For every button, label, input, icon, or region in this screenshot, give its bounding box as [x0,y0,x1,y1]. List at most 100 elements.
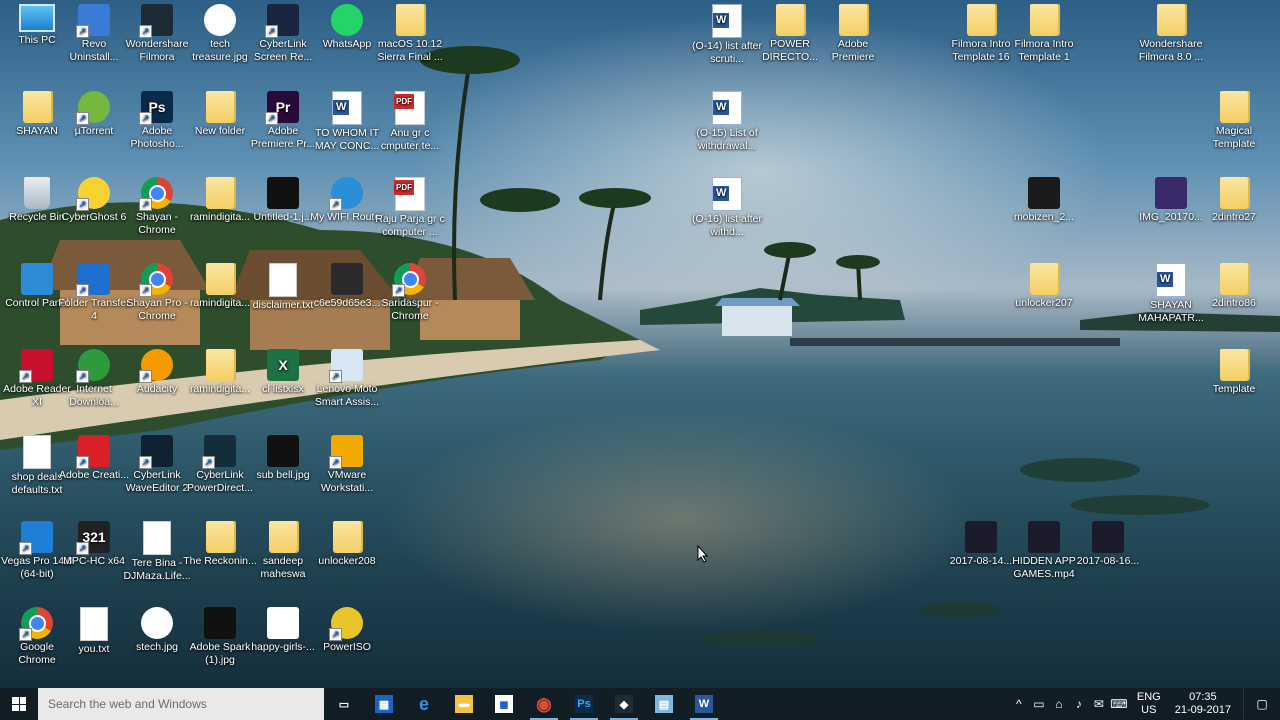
app-icon [19,521,53,555]
desktop-icon[interactable]: unlocker208 [310,517,384,601]
folder-icon [1157,4,1185,36]
word-document-icon [712,177,742,211]
desktop-icon-label: Wondershare Filmora 8.0 ... [1138,38,1204,63]
desktop-icon[interactable]: Wondershare Filmora 8.0 ... [1134,0,1208,84]
folder-icon [1030,4,1058,36]
desktop-icon[interactable]: 2dintro27 [1197,173,1271,257]
desktop-icon[interactable]: happy-girls-... [246,603,320,687]
folder-icon [839,4,867,36]
desktop-icon[interactable]: Saridaspur - Chrome [373,259,447,343]
app-icon [331,4,363,36]
word-icon: W [695,695,713,713]
desktop-icon[interactable]: Magical Template [1197,87,1271,171]
desktop-icon-label: macOS 10.12 Sierra Final ... [377,38,443,63]
taskbar-edge-button[interactable]: e [404,688,444,720]
document-icon [143,521,171,555]
pdf-icon [394,91,425,125]
app-icon [329,435,363,469]
recycle-bin-icon [24,177,50,209]
calculator-icon: ▦ [375,695,393,713]
desktop-icon[interactable]: 2dintro86 [1197,259,1271,343]
desktop-icon[interactable]: macOS 10.12 Sierra Final ... [373,0,447,84]
keyboard-icon[interactable]: ⌨ [1109,697,1129,711]
desktop-icon-label: sub bell.jpg [256,469,310,481]
app-icon [76,177,110,211]
desktop-icon-label: cl listxlsx [262,383,304,395]
desktop-icon-label: Saridaspur - Chrome [381,297,439,322]
folder-icon [206,521,234,553]
document-icon [269,263,297,297]
clock[interactable]: 07:35 21-09-2017 [1169,691,1243,717]
desktop-icon[interactable]: CyberLink Screen Re... [246,0,320,84]
desktop-icon[interactable]: mobizen_2... [1007,173,1081,257]
language-indicator[interactable]: ENG US [1129,691,1169,717]
app-icon [76,263,110,297]
network-icon[interactable]: ⌂ [1049,697,1069,711]
app-icon [1092,521,1124,553]
taskbar-file-explorer-button[interactable]: ▬ [444,688,484,720]
desktop-icon[interactable]: PrAdobe Premiere Pr... [246,87,320,171]
chrome-icon [392,263,426,297]
taskbar-notepad-button[interactable]: ▤ [644,688,684,720]
chrome-icon [139,177,173,211]
app-icon [76,435,110,469]
word-document-icon [712,91,742,125]
file-explorer-icon: ▬ [455,695,473,713]
folder-icon [206,91,234,123]
taskbar-calculator-button[interactable]: ▦ [364,688,404,720]
desktop-icon[interactable]: Anu gr c cmputer te... [373,87,447,171]
desktop-icon[interactable]: Untitled-1.j... [246,173,320,257]
notification-icon: ▢ [1256,697,1268,711]
desktop-icon[interactable]: Lenovo Moto Smart Assis... [310,345,384,429]
app-icon [267,435,299,467]
desktop-icon[interactable]: sandeep maheswa [246,517,320,601]
taskbar-search-box[interactable]: Search the web and Windows [38,688,324,720]
desktop-icon-label: unlocker207 [1015,297,1073,309]
action-center-button[interactable]: ▢ [1243,688,1280,720]
taskbar-task-view-button[interactable]: ▭ [324,688,364,720]
folder-icon [206,349,234,381]
app-icon [329,177,363,211]
taskbar-photoshop-button[interactable]: Ps [564,688,604,720]
computer-icon [19,4,55,32]
app-icon [329,349,363,383]
desktop[interactable]: This PCRevo Uninstall...Wondershare Film… [0,0,1280,688]
desktop-icon[interactable]: 2017-08-16... [1071,517,1145,601]
desktop-icon[interactable]: disclaimer.txt [246,259,320,343]
taskbar-filmora-button[interactable]: ◆ [604,688,644,720]
app-icon [265,4,299,38]
taskbar-chrome-button[interactable]: ◉ [524,688,564,720]
folder-icon [1030,263,1058,295]
folder-icon [396,4,424,36]
volume-icon[interactable]: ♪ [1069,697,1089,711]
app-icon [76,4,110,38]
app-icon [204,4,236,36]
desktop-icon[interactable]: unlocker207 [1007,259,1081,343]
desktop-icon[interactable]: Adobe Premiere [816,0,890,84]
clock-date: 21-09-2017 [1174,704,1231,716]
desktop-icon-label: 2017-08-16... [1076,555,1140,567]
show-hidden-icons[interactable]: ^ [1009,697,1029,711]
desktop-icon[interactable]: HIDDEN APP GAMES.mp4 [1007,517,1081,601]
app-icon [965,521,997,553]
folder-icon [23,91,51,123]
pdf-icon [394,177,425,211]
desktop-icon-label: Untitled-1.j... [253,211,313,223]
desktop-icon[interactable]: (O-16) list after withd... [690,173,764,257]
taskbar-word-button[interactable]: W [684,688,724,720]
task-view-icon: ▭ [338,698,350,711]
start-button[interactable] [0,688,38,720]
desktop-icon[interactable]: sub bell.jpg [246,431,320,515]
desktop-icon[interactable]: Filmora Intro Template 1 [1007,0,1081,84]
desktop-icon[interactable]: Template [1197,345,1271,429]
desktop-icon[interactable]: Xcl listxlsx [246,345,320,429]
folder-icon [1220,177,1248,209]
desktop-icon[interactable]: VMware Workstati... [310,431,384,515]
desktop-icon[interactable]: (O-15) List of withdrawal... [690,87,764,171]
taskbar-store-button[interactable]: ◼ [484,688,524,720]
battery-icon[interactable]: ▭ [1029,697,1049,711]
desktop-icon[interactable]: Raju Parja gr c computer ... [373,173,447,257]
desktop-icon[interactable]: PowerISO [310,603,384,687]
message-icon[interactable]: ✉ [1089,697,1109,711]
app-icon [329,607,363,641]
